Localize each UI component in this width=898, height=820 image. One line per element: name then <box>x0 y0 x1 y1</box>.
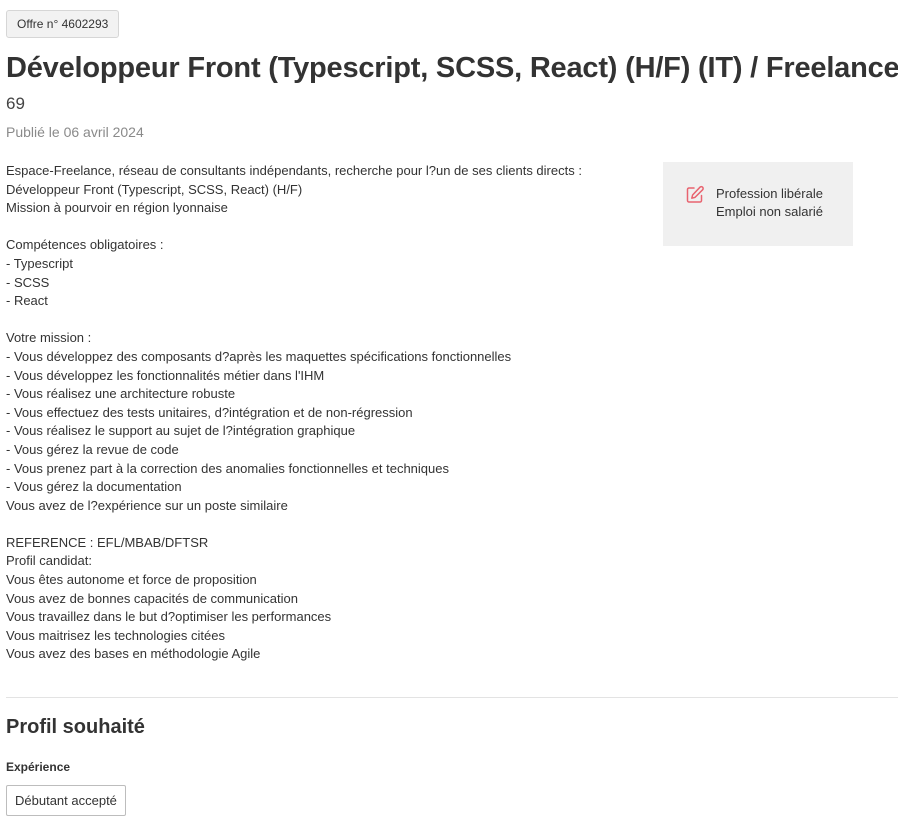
description-line: - Vous gérez la documentation <box>6 479 182 495</box>
edit-icon <box>685 185 705 205</box>
description-line: - Vous gérez la revue de code <box>6 441 179 457</box>
description-line: Espace-Freelance, réseau de consultants … <box>6 163 582 178</box>
description-line <box>6 311 626 330</box>
description-line: - Vous réalisez une architecture robuste <box>6 386 236 402</box>
description-line: Vous avez des bases en méthodologie Agil… <box>6 646 261 662</box>
contract-type-line-1: Profession libérale <box>716 186 823 201</box>
job-description: Espace-Freelance, réseau de consultants … <box>6 162 626 664</box>
contract-type-line-2: Emploi non salarié <box>716 204 823 219</box>
description-line: Vous avez de bonnes capacités de communi… <box>6 590 298 606</box>
contract-type-box: Profession libérale Emploi non salarié <box>663 162 853 246</box>
description-line: - Vous effectuez des tests unitaires, d?… <box>6 404 413 420</box>
description-line: Compétences obligatoires : <box>6 237 164 253</box>
experience-label: Expérience <box>6 760 71 774</box>
description-line: Vous êtes autonome et force de propositi… <box>6 572 257 588</box>
description-line: Vous travaillez dans le but d?optimiser … <box>6 609 332 625</box>
description-line: - Vous prenez part à la correction des a… <box>6 460 449 476</box>
section-divider <box>6 697 898 698</box>
profile-section-title: Profil souhaité <box>6 716 145 738</box>
description-line: Profil candidat: <box>6 553 92 569</box>
description-line: - Vous réalisez le support au sujet de l… <box>6 423 356 439</box>
description-line: - Vous développez les fonctionnalités mé… <box>6 367 325 383</box>
description-line: - SCSS <box>6 274 50 290</box>
offer-number-badge: Offre n° 4602293 <box>6 10 120 38</box>
description-line: REFERENCE : EFL/MBAB/DFTSR <box>6 534 209 550</box>
description-line: - Vous développez des composants d?après… <box>6 348 512 364</box>
experience-tag: Débutant accepté <box>6 785 126 816</box>
job-title: Développeur Front (Typescript, SCSS, Rea… <box>6 52 898 84</box>
description-line: Mission à pourvoir en région lyonnaise <box>6 200 228 216</box>
job-location: 69 <box>6 94 25 113</box>
description-line <box>6 515 626 534</box>
description-line: Votre mission : <box>6 330 92 346</box>
description-line: Vous maitrisez les technologies citées <box>6 627 225 643</box>
description-line: Développeur Front (Typescript, SCSS, Rea… <box>6 181 303 197</box>
publication-date: Publié le 06 avril 2024 <box>6 124 144 140</box>
description-line: Vous avez de l?expérience sur un poste s… <box>6 497 288 513</box>
description-line: - React <box>6 293 48 309</box>
description-line <box>6 218 626 237</box>
description-line: - Typescript <box>6 255 73 271</box>
